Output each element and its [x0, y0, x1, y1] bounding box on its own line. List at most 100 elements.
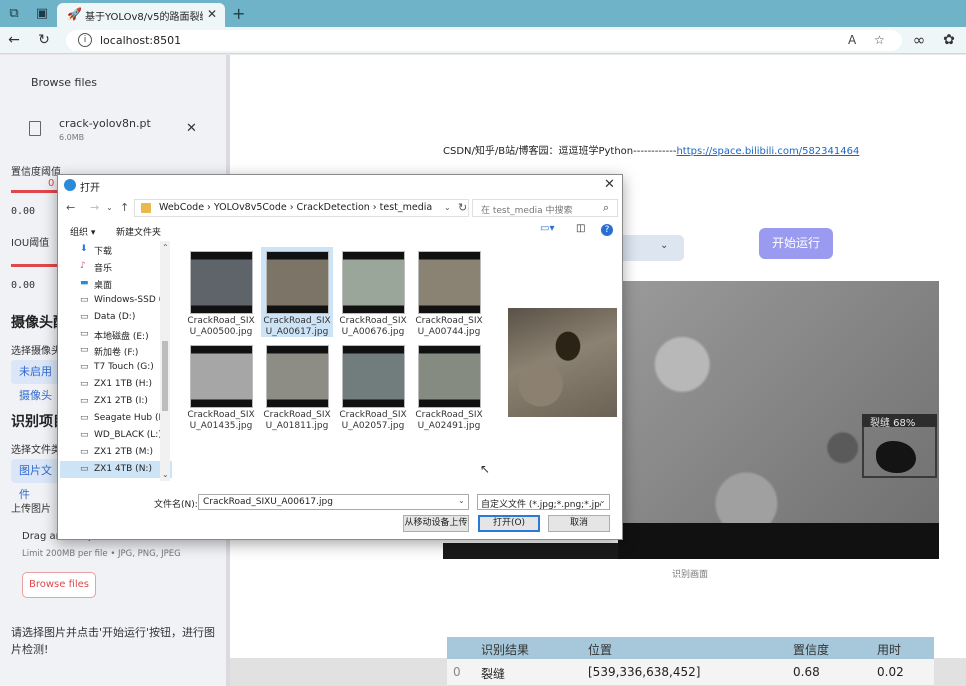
file-name-line2: U_A00617.jpg: [265, 327, 329, 337]
browse-files-button[interactable]: Browse files: [22, 572, 96, 598]
camera-select[interactable]: 未启用摄像头: [11, 360, 61, 402]
file-caption: CrackRoad_SIX U_A02491.jpg: [413, 410, 485, 432]
path-chevron-icon[interactable]: ⌄: [444, 203, 451, 212]
browser-tab-active[interactable]: 🚀 基于YOLOv8/v5的路面裂缝检测系统 ✕: [57, 3, 225, 27]
tree-item[interactable]: ▭ Data (D:): [60, 309, 172, 326]
mouse-cursor-icon: ↖: [480, 462, 491, 476]
preview-pane-icon[interactable]: ◫: [576, 223, 585, 234]
upload-label: 上传图片: [11, 504, 51, 515]
back-icon[interactable]: ←: [5, 32, 23, 48]
refresh-icon[interactable]: ↻: [35, 32, 53, 48]
file-item[interactable]: CrackRoad_SIX U_A00617.jpg: [261, 247, 333, 337]
tree-item[interactable]: ♪ 音乐: [60, 258, 172, 275]
upload-limit-text: Limit 200MB per file • JPG, PNG, JPEG: [22, 549, 181, 559]
refresh-icon[interactable]: ↻: [458, 201, 467, 214]
file-name-line1: CrackRoad_SIX: [263, 410, 331, 420]
conf-slider[interactable]: [11, 190, 57, 193]
close-icon[interactable]: ✕: [604, 177, 615, 192]
chevron-down-icon[interactable]: ⌄: [162, 470, 169, 479]
organize-menu[interactable]: 组织 ▾: [70, 225, 95, 238]
tree-item[interactable]: ▭ T7 Touch (G:): [60, 359, 172, 376]
cancel-button[interactable]: 取消: [548, 515, 610, 532]
file-name-line2: U_A00676.jpg: [341, 327, 405, 337]
drive-icon: ▭: [80, 396, 89, 407]
result-image-bottom-strip: [443, 543, 619, 559]
col-result: 识别结果: [481, 643, 530, 657]
filename-input[interactable]: CrackRoad_SIXU_A00617.jpg ⌄: [198, 494, 469, 510]
file-item[interactable]: CrackRoad_SIX U_A01435.jpg: [185, 341, 257, 431]
tree-item[interactable]: ▭ Windows-SSD (C: [60, 292, 172, 309]
instruction-text: 请选择图片并点击'开始运行'按钮，进行图片检测!: [11, 626, 216, 656]
file-item[interactable]: CrackRoad_SIX U_A01811.jpg: [261, 341, 333, 431]
file-item[interactable]: CrackRoad_SIX U_A00676.jpg: [337, 247, 409, 337]
file-name-line1: CrackRoad_SIX: [415, 316, 483, 326]
file-type-select[interactable]: 图片文件: [11, 459, 61, 501]
folder-tree: ⬇ 下载 ♪ 音乐 ▬ 桌面 ▭ Windows-SSD (C ▭ Data (D:) ▭ 本地磁盘 …: [60, 241, 172, 481]
help-icon[interactable]: ?: [601, 224, 613, 236]
drive-icon: ▭: [80, 294, 89, 305]
forward-icon[interactable]: →: [90, 201, 99, 214]
row-index: 0: [453, 665, 461, 679]
tree-item[interactable]: ▭ WD_BLACK (L:): [60, 427, 172, 444]
extensions-icon[interactable]: ✿: [940, 32, 958, 48]
star-icon[interactable]: ☆: [874, 33, 885, 47]
tab-actions-icon[interactable]: ▣: [34, 6, 50, 22]
file-item[interactable]: CrackRoad_SIX U_A00744.jpg: [413, 247, 485, 337]
url-field[interactable]: i localhost:8501 A ☆: [66, 30, 902, 51]
file-name-line1: CrackRoad_SIX: [187, 316, 255, 326]
folder-icon: [141, 203, 151, 213]
path-breadcrumb[interactable]: WebCode › YOLOv8v5Code › CrackDetection …: [134, 199, 469, 217]
upload-from-mobile-button[interactable]: 从移动设备上传: [403, 515, 469, 532]
tree-item[interactable]: ▭ ZX1 2TB (I:): [60, 393, 172, 410]
tree-scrollbar-thumb[interactable]: [162, 341, 168, 411]
iou-slider[interactable]: [11, 264, 57, 267]
file-name-line2: U_A02491.jpg: [417, 421, 481, 431]
tree-item-label: 新加卷 (F:): [94, 348, 139, 359]
rocket-icon: 🚀: [67, 7, 82, 21]
run-button[interactable]: 开始运行: [759, 228, 833, 259]
drive-icon: ▭: [80, 463, 89, 474]
view-icon[interactable]: ▭▾: [540, 223, 554, 234]
search-input[interactable]: 在 test_media 中搜索 ⌕: [472, 199, 618, 217]
recent-chevron-icon[interactable]: ⌄: [106, 203, 113, 212]
file-thumbnail: [418, 251, 481, 314]
drive-icon: ▭: [80, 446, 89, 457]
chevron-down-icon[interactable]: ⌄: [458, 496, 465, 505]
chevron-up-icon[interactable]: ⌃: [162, 243, 169, 252]
info-icon[interactable]: i: [78, 33, 92, 47]
tree-item[interactable]: ▭ ZX1 1TB (H:): [60, 376, 172, 393]
tree-item[interactable]: ▭ Seagate Hub (K:: [60, 410, 172, 427]
tree-item[interactable]: ▭ ZX1 2TB (M:): [60, 444, 172, 461]
open-button[interactable]: 打开(O): [478, 515, 540, 532]
file-caption: CrackRoad_SIX U_A00744.jpg: [413, 316, 485, 338]
file-caption: CrackRoad_SIX U_A02057.jpg: [337, 410, 409, 432]
file-item[interactable]: CrackRoad_SIX U_A02057.jpg: [337, 341, 409, 431]
col-time: 用时: [877, 643, 902, 657]
file-name-line1: CrackRoad_SIX: [187, 410, 255, 420]
tree-item[interactable]: ▬ 桌面: [60, 275, 172, 292]
back-icon[interactable]: ←: [66, 201, 75, 214]
edge-icon: [64, 179, 76, 191]
desktop-icon: ▬: [80, 277, 89, 288]
dialog-title-bar: 打开 ✕: [58, 175, 622, 197]
tree-item[interactable]: ⬇ 下载: [60, 241, 172, 258]
tree-item[interactable]: ▭ ZX1 4TB (N:): [60, 460, 172, 478]
up-icon[interactable]: ↑: [120, 201, 129, 214]
read-aloud-icon[interactable]: A: [848, 33, 856, 47]
remove-file-icon[interactable]: ✕: [186, 121, 197, 136]
new-folder-button[interactable]: 新建文件夹: [116, 225, 161, 238]
plus-icon[interactable]: +: [232, 4, 245, 23]
credit-link[interactable]: https://space.bilibili.com/582341464: [676, 146, 859, 157]
infinity-icon[interactable]: ∞: [910, 32, 928, 48]
tree-item[interactable]: ▭ 新加卷 (F:): [60, 342, 172, 359]
file-item[interactable]: CrackRoad_SIX U_A02491.jpg: [413, 341, 485, 431]
workspaces-icon[interactable]: ⧉: [6, 6, 22, 22]
close-icon[interactable]: ✕: [207, 7, 217, 21]
main-select-box[interactable]: [618, 235, 684, 261]
tree-item-label: WD_BLACK (L:): [94, 429, 162, 440]
file-item[interactable]: CrackRoad_SIX U_A00500.jpg: [185, 247, 257, 337]
tree-item[interactable]: ▭ 本地磁盘 (E:): [60, 326, 172, 343]
filetype-select[interactable]: 自定义文件 (*.jpg;*.png;*.jpeg ⌄: [477, 494, 610, 510]
file-name-line1: CrackRoad_SIX: [339, 316, 407, 326]
browse-files-top[interactable]: Browse files: [31, 76, 97, 89]
